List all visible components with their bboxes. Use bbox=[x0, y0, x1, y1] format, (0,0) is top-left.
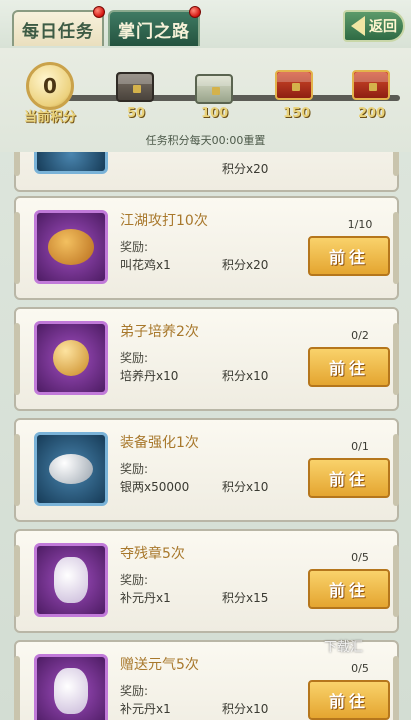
reward-label: 奖励: bbox=[120, 462, 149, 476]
reward-points: 积分x20 bbox=[222, 258, 269, 272]
task-title: 赠送元气5次 bbox=[120, 657, 199, 673]
reward-points: 积分x10 bbox=[222, 369, 269, 383]
red-chest-icon[interactable] bbox=[352, 70, 390, 100]
reward-points: 积分x15 bbox=[222, 591, 269, 605]
task-card: 夺残章5次 奖励: 补元丹x1 积分x15 0/5 前往 bbox=[14, 529, 399, 633]
reward-item: 银两x50000 bbox=[120, 480, 190, 494]
reset-note: 任务积分每天00:00重置 bbox=[145, 134, 266, 147]
go-button[interactable]: 前往 bbox=[308, 680, 390, 720]
tab-master-path[interactable]: 掌门之路 bbox=[108, 10, 200, 46]
reward-points: 积分x10 bbox=[222, 702, 269, 716]
task-item-icon bbox=[34, 152, 108, 174]
reward-item: 补元丹x1 bbox=[120, 591, 171, 605]
reward-label: 奖励: bbox=[120, 351, 149, 365]
notification-dot bbox=[189, 6, 201, 18]
task-title: 弟子培养2次 bbox=[120, 324, 199, 340]
reward-label: 奖励: bbox=[120, 573, 149, 587]
jade-chest-icon[interactable] bbox=[195, 74, 233, 104]
potion-bottle-icon bbox=[34, 654, 108, 720]
milestone-200: 200 bbox=[358, 106, 386, 121]
task-card: 弟子培养2次 奖励: 培养丹x10 积分x10 0/2 前往 bbox=[14, 307, 399, 411]
task-progress-count: 0/5 bbox=[351, 551, 369, 564]
back-button[interactable]: 返回 bbox=[343, 10, 405, 42]
reward-label: 奖励: bbox=[120, 684, 149, 698]
task-progress-count: 0/1 bbox=[351, 440, 369, 453]
back-arrow-icon bbox=[351, 16, 365, 36]
roast-chicken-icon bbox=[34, 210, 108, 284]
task-card: 装备强化1次 奖励: 银两x50000 积分x10 0/1 前往 bbox=[14, 418, 399, 522]
watermark: 下载汇 bbox=[323, 640, 363, 655]
silver-ingot-icon bbox=[34, 432, 108, 506]
reward-item: 培养丹x10 bbox=[120, 369, 179, 383]
current-score-label: 当前积分 bbox=[24, 110, 77, 125]
reward-item: 叫花鸡x1 bbox=[120, 258, 171, 272]
crystal-ball-icon bbox=[34, 321, 108, 395]
go-button[interactable]: 前往 bbox=[308, 458, 390, 498]
milestone-100: 100 bbox=[201, 106, 229, 121]
iron-chest-icon[interactable] bbox=[116, 72, 154, 102]
reward-points: 积分x20 bbox=[222, 162, 269, 176]
reward-label: 奖励: bbox=[120, 240, 149, 254]
task-title: 夺残章5次 bbox=[120, 546, 185, 562]
go-button[interactable]: 前往 bbox=[308, 347, 390, 387]
task-title: 江湖攻打10次 bbox=[120, 213, 208, 229]
go-button[interactable]: 前往 bbox=[308, 236, 390, 276]
header-bar: 每日任务 掌门之路 返回 bbox=[0, 0, 411, 48]
task-title: 装备强化1次 bbox=[120, 435, 199, 451]
milestone-150: 150 bbox=[283, 106, 311, 121]
milestone-50: 50 bbox=[127, 106, 146, 121]
potion-bottle-icon bbox=[34, 543, 108, 617]
red-chest-icon[interactable] bbox=[275, 70, 313, 100]
task-progress-count: 1/10 bbox=[347, 218, 373, 231]
current-score-badge: 0 bbox=[26, 62, 74, 110]
back-label: 返回 bbox=[369, 19, 397, 35]
task-card: 积分x20 bbox=[14, 152, 399, 192]
task-progress-count: 0/2 bbox=[351, 329, 369, 342]
notification-dot bbox=[93, 6, 105, 18]
go-button[interactable]: 前往 bbox=[308, 569, 390, 609]
tab-daily-tasks[interactable]: 每日任务 bbox=[12, 10, 104, 46]
task-list[interactable]: 积分x20 江湖攻打10次 奖励: 叫花鸡x1 积分x20 1/10 前往 弟子… bbox=[0, 152, 411, 720]
task-card: 江湖攻打10次 奖励: 叫花鸡x1 积分x20 1/10 前往 bbox=[14, 196, 399, 300]
reward-item: 补元丹x1 bbox=[120, 702, 171, 716]
task-progress-count: 0/5 bbox=[351, 662, 369, 675]
reward-points: 积分x10 bbox=[222, 480, 269, 494]
